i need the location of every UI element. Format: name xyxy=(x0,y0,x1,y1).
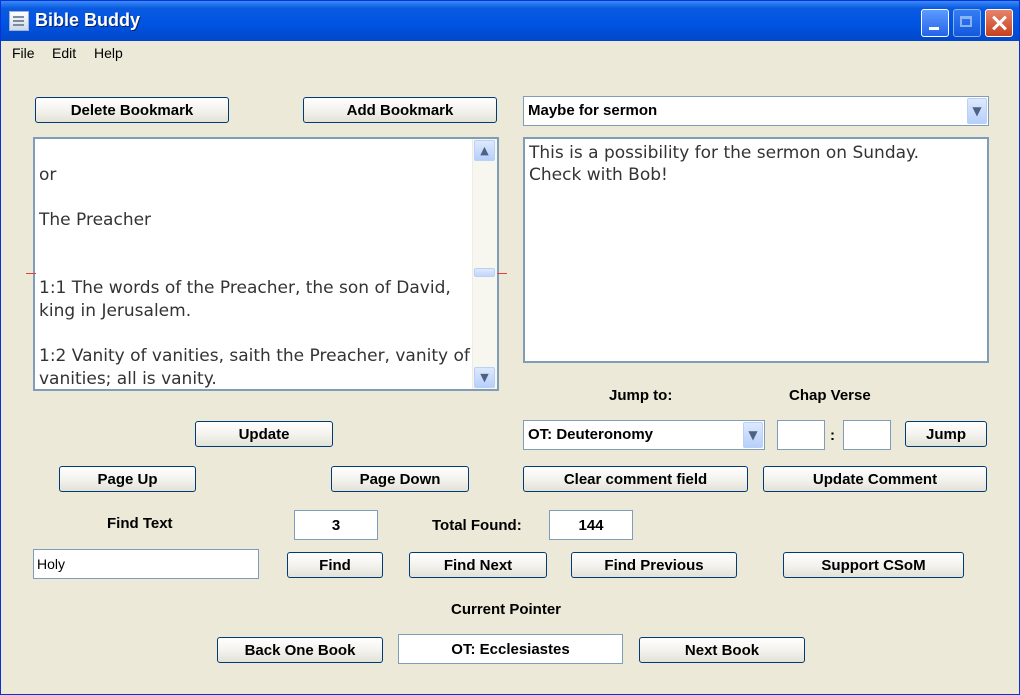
total-found-field: 144 xyxy=(549,510,633,540)
bookmark-select-value: Maybe for sermon xyxy=(528,102,658,119)
menu-file[interactable]: File xyxy=(12,45,35,61)
chapter-input[interactable] xyxy=(777,420,825,450)
current-pointer-label: Current Pointer xyxy=(451,601,562,618)
update-button[interactable]: Update xyxy=(195,421,333,447)
jump-to-label: Jump to: xyxy=(609,387,673,404)
text-line: 1:2 Vanity of vanities, saith the Preach… xyxy=(39,346,470,389)
chap-verse-label: Chap Verse xyxy=(789,387,871,404)
back-one-book-button[interactable]: Back One Book xyxy=(217,637,383,663)
total-found-label: Total Found: xyxy=(432,517,522,534)
chapter-verse-separator: : xyxy=(830,427,835,444)
window-title: Bible Buddy xyxy=(35,10,141,30)
find-button[interactable]: Find xyxy=(287,552,383,578)
text-line: or xyxy=(39,165,57,185)
update-comment-button[interactable]: Update Comment xyxy=(763,466,987,492)
support-csom-button[interactable]: Support CSoM xyxy=(783,552,964,578)
delete-bookmark-button[interactable]: Delete Bookmark xyxy=(35,97,229,123)
minimize-icon[interactable] xyxy=(921,9,949,37)
scroll-thumb[interactable] xyxy=(474,268,495,277)
title-bar[interactable]: Bible Buddy xyxy=(1,1,1019,41)
scroll-down-icon[interactable]: ▼ xyxy=(474,367,495,388)
next-book-button[interactable]: Next Book xyxy=(639,637,805,663)
menu-help[interactable]: Help xyxy=(94,45,123,61)
find-next-button[interactable]: Find Next xyxy=(409,552,547,578)
menu-bar: File Edit Help xyxy=(1,41,1019,65)
text-line: 1:1 The words of the Preacher, the son o… xyxy=(39,278,451,321)
find-input[interactable]: Holy xyxy=(33,549,259,579)
book-select[interactable]: OT: Deuteronomy ▼ xyxy=(523,420,765,450)
vertical-scrollbar[interactable]: ▲ ▼ xyxy=(472,139,497,389)
position-marker-right xyxy=(497,273,507,274)
scroll-up-icon[interactable]: ▲ xyxy=(474,140,495,161)
find-previous-button[interactable]: Find Previous xyxy=(571,552,737,578)
comment-area[interactable]: This is a possibility for the sermon on … xyxy=(523,137,989,363)
current-pointer-field: OT: Ecclesiastes xyxy=(398,634,623,664)
close-icon[interactable] xyxy=(985,9,1013,37)
app-icon xyxy=(9,11,29,31)
add-bookmark-button[interactable]: Add Bookmark xyxy=(303,97,497,123)
menu-edit[interactable]: Edit xyxy=(52,45,76,61)
text-line: The Preacher xyxy=(39,210,152,230)
bookmark-select[interactable]: Maybe for sermon ▼ xyxy=(523,96,989,126)
maximize-icon[interactable] xyxy=(953,9,981,37)
jump-button[interactable]: Jump xyxy=(905,421,987,447)
clear-comment-button[interactable]: Clear comment field xyxy=(523,466,748,492)
found-count-field: 3 xyxy=(294,510,378,540)
bible-text-area[interactable]: or The Preacher 1:1 The words of the Pre… xyxy=(33,137,499,391)
verse-input[interactable] xyxy=(843,420,891,450)
app-window: Bible Buddy File Edit Help Delete Bookma… xyxy=(0,0,1020,695)
comment-text: This is a possibility for the sermon on … xyxy=(529,143,920,185)
find-text-label: Find Text xyxy=(107,515,173,532)
book-select-value: OT: Deuteronomy xyxy=(528,426,654,443)
page-up-button[interactable]: Page Up xyxy=(59,466,196,492)
page-down-button[interactable]: Page Down xyxy=(331,466,469,492)
position-marker-left xyxy=(26,273,36,274)
chevron-down-icon[interactable]: ▼ xyxy=(743,422,763,448)
chevron-down-icon[interactable]: ▼ xyxy=(967,98,987,124)
